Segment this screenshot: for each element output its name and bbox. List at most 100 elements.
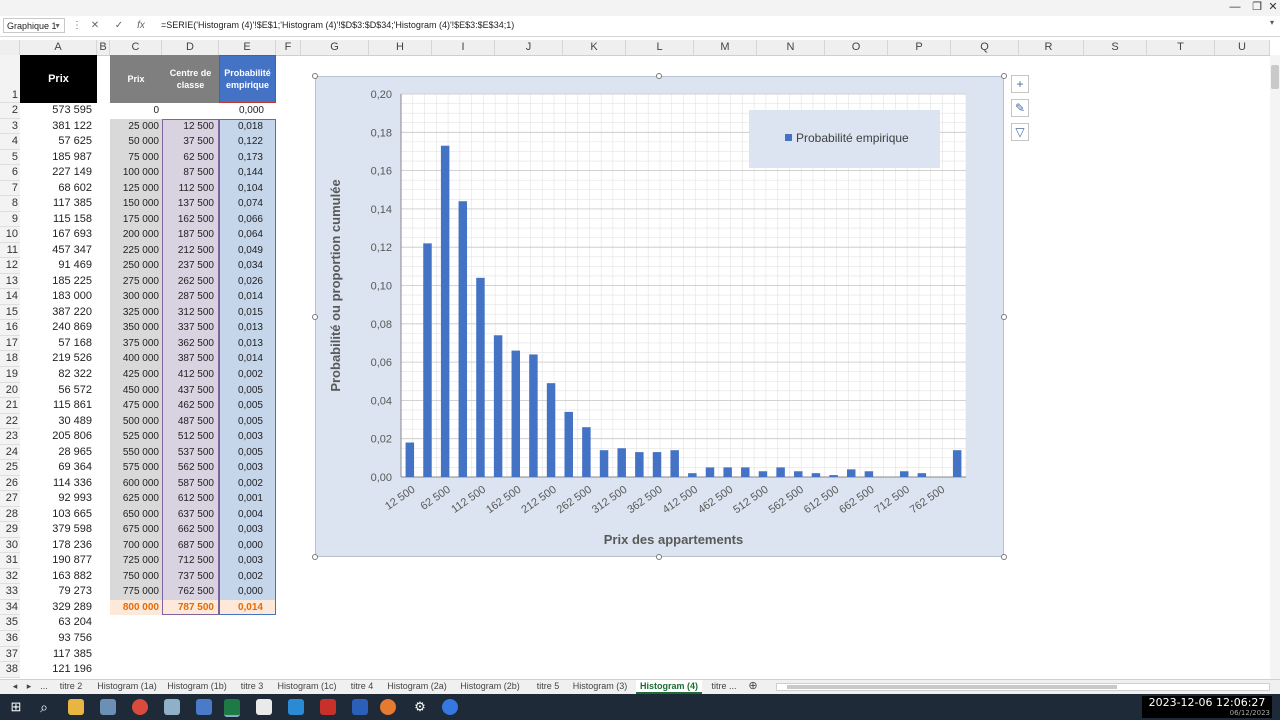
cell-centre-de-classe[interactable]: 712 500 [162, 553, 219, 569]
cell-prix-classe[interactable]: 125 000 [110, 180, 162, 197]
cell-probabilite[interactable]: 0,005 [219, 382, 276, 399]
cell-probabilite[interactable]: 0,003 [219, 429, 276, 445]
cell-centre-de-classe[interactable]: 187 500 [162, 227, 219, 243]
scroll-thumb[interactable] [787, 685, 1117, 689]
cell-prix-value[interactable]: 91 469 [20, 258, 92, 274]
cell-prix-classe[interactable]: 675 000 [110, 522, 162, 538]
resize-handle[interactable] [1001, 73, 1007, 79]
cell-prix-value[interactable]: 381 122 [20, 119, 92, 135]
sheet-tab[interactable]: titre 5 [530, 680, 566, 694]
app-icon[interactable] [164, 699, 180, 715]
cell-probabilite[interactable]: 0,034 [219, 258, 276, 274]
cell-centre-de-classe[interactable]: 587 500 [162, 475, 219, 492]
taskbar-clock[interactable]: 2023-12-06 12:06:27 06/12/2023 [1142, 696, 1272, 718]
cell-prix-value[interactable]: 63 204 [20, 615, 92, 631]
cell-probabilite[interactable]: 0,018 [219, 118, 276, 135]
sheet-tab[interactable]: Histogram (2a) [384, 680, 450, 694]
cell-prix-value[interactable]: 79 273 [20, 584, 92, 600]
cell-prix-classe[interactable]: 375 000 [110, 335, 162, 352]
add-sheet-icon[interactable]: ⊕ [746, 680, 760, 694]
cell-prix-classe[interactable]: 300 000 [110, 289, 162, 305]
resize-handle[interactable] [312, 554, 318, 560]
app-icon[interactable] [100, 699, 116, 715]
sheet-tab[interactable]: titre 3 [234, 680, 270, 694]
chart-filter-icon[interactable]: ▽ [1011, 123, 1029, 141]
cell-centre-de-classe[interactable]: 562 500 [162, 460, 219, 476]
sheet-tab[interactable]: titre 2 [56, 680, 86, 694]
cell-prix-value[interactable]: 115 861 [20, 398, 92, 414]
cell-centre-de-classe[interactable]: 437 500 [162, 382, 219, 399]
cell-prix-value[interactable]: 69 364 [20, 460, 92, 476]
notepad-icon[interactable] [256, 699, 272, 715]
cell-probabilite[interactable]: 0,003 [219, 522, 276, 538]
cell-prix-value[interactable]: 57 625 [20, 134, 92, 150]
resize-handle[interactable] [656, 73, 662, 79]
cell-centre-de-classe[interactable]: 387 500 [162, 351, 219, 367]
cell-centre-de-classe[interactable]: 512 500 [162, 429, 219, 445]
cell-prix-value[interactable]: 163 882 [20, 569, 92, 585]
file-explorer-icon[interactable] [68, 699, 84, 715]
cell-centre-de-classe[interactable]: 537 500 [162, 444, 219, 461]
cell-probabilite[interactable]: 0,014 [219, 599, 276, 616]
cell-probabilite[interactable]: 0,002 [219, 475, 276, 492]
cell-prix-classe[interactable]: 475 000 [110, 398, 162, 414]
cell-centre-de-classe[interactable]: 262 500 [162, 273, 219, 290]
cell-centre-de-classe[interactable]: 237 500 [162, 258, 219, 274]
search-icon[interactable]: ⌕ [36, 699, 52, 715]
cell-centre-de-classe[interactable]: 612 500 [162, 491, 219, 507]
cell-probabilite[interactable]: 0,013 [219, 320, 276, 336]
cell-centre-de-classe[interactable]: 287 500 [162, 289, 219, 305]
cell-prix-classe[interactable]: 225 000 [110, 242, 162, 259]
chart-styles-brush-icon[interactable]: ✎ [1011, 99, 1029, 117]
cell-prix-value[interactable]: 379 598 [20, 522, 92, 538]
sheet-tab[interactable]: Histogram (2b) [454, 680, 526, 694]
cell-centre-de-classe[interactable]: 687 500 [162, 537, 219, 554]
cell-probabilite[interactable]: 0,001 [219, 491, 276, 507]
cell-prix-classe[interactable]: 625 000 [110, 491, 162, 507]
header-cell-prix[interactable]: Prix [110, 55, 162, 103]
cell-centre-de-classe[interactable]: 762 500 [162, 584, 219, 600]
app-icon[interactable] [442, 699, 458, 715]
resize-handle[interactable] [1001, 314, 1007, 320]
cell-prix-value[interactable]: 56 572 [20, 383, 92, 399]
cell-prix-value[interactable]: 115 158 [20, 212, 92, 228]
cell-centre-de-classe[interactable]: 337 500 [162, 320, 219, 336]
cell-probabilite[interactable]: 0,144 [219, 165, 276, 181]
cell-prix-value[interactable]: 457 347 [20, 243, 92, 259]
cell-probabilite[interactable]: 0,064 [219, 227, 276, 243]
cell-prix-value[interactable]: 103 665 [20, 507, 92, 523]
cell-centre-de-classe[interactable]: 12 500 [162, 118, 219, 135]
cell-prix-value[interactable]: 93 756 [20, 631, 92, 647]
cell-probabilite[interactable]: 0,049 [219, 242, 276, 259]
cell-prix-classe[interactable]: 450 000 [110, 382, 162, 399]
sheet-tab[interactable]: ... [38, 680, 50, 694]
cell-probabilite[interactable]: 0,013 [219, 335, 276, 352]
cell-prix-value[interactable]: 183 000 [20, 289, 92, 305]
cell-prix-classe[interactable]: 550 000 [110, 444, 162, 461]
cell-prix-classe[interactable]: 75 000 [110, 149, 162, 166]
cell-prix-classe[interactable]: 525 000 [110, 429, 162, 445]
cell-centre-de-classe[interactable]: 787 500 [162, 599, 219, 616]
resize-handle[interactable] [312, 314, 318, 320]
cell-prix-value[interactable]: 185 225 [20, 274, 92, 290]
cell-probabilite[interactable]: 0,015 [219, 304, 276, 321]
cell-prix-value[interactable]: 68 602 [20, 181, 92, 197]
cell-prix-value[interactable]: 167 693 [20, 227, 92, 243]
cell-probabilite[interactable]: 0,173 [219, 149, 276, 166]
vertical-scrollbar[interactable] [1270, 55, 1280, 679]
cell-prix-classe[interactable]: 325 000 [110, 304, 162, 321]
windows-start-icon[interactable]: ⊞ [8, 699, 24, 715]
sheet-tab[interactable]: Histogram (1b) [164, 680, 230, 694]
cell-centre-de-classe[interactable]: 462 500 [162, 398, 219, 414]
cell-centre-de-classe[interactable]: 662 500 [162, 522, 219, 538]
cell-prix-value[interactable]: 114 336 [20, 476, 92, 492]
cell-prix-value[interactable]: 573 595 [20, 103, 92, 119]
cell-probabilite[interactable]: 0,005 [219, 444, 276, 461]
tab-scroll-left-icon[interactable]: ◂ [10, 680, 20, 694]
cell-centre-de-classe[interactable]: 312 500 [162, 304, 219, 321]
cell-prix-value[interactable]: 185 987 [20, 150, 92, 166]
horizontal-scrollbar[interactable] [776, 683, 1270, 691]
cell-probabilite[interactable]: 0,005 [219, 413, 276, 430]
cell-prix-classe[interactable]: 575 000 [110, 460, 162, 476]
cell-prix-value[interactable]: 117 385 [20, 196, 92, 212]
